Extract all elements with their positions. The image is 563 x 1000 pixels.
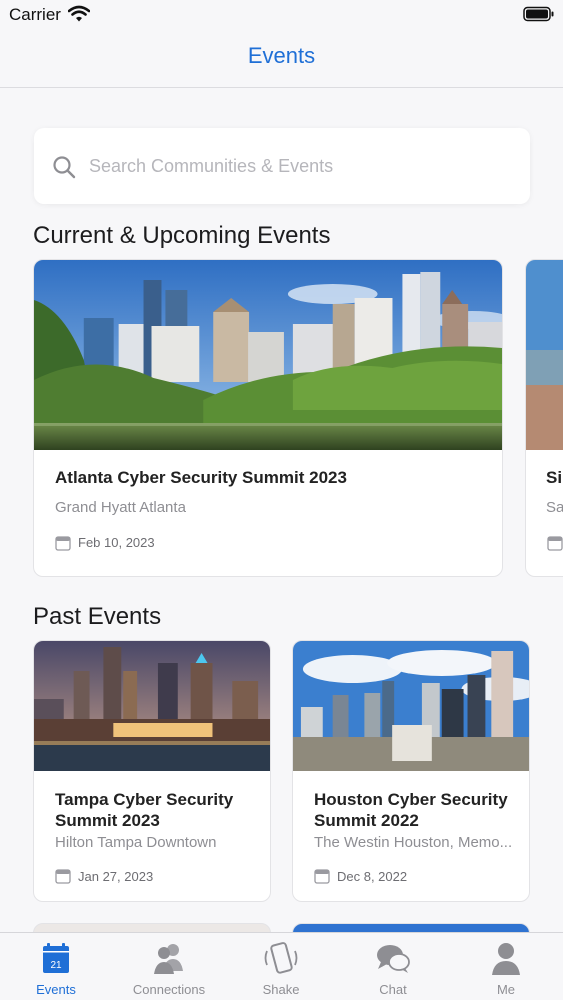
tab-chat[interactable]: Chat bbox=[337, 933, 449, 1000]
person-icon bbox=[492, 943, 520, 975]
calendar-icon bbox=[55, 869, 71, 884]
tab-bar: 21 Events Connections Shake Chat Me bbox=[0, 932, 563, 1000]
tampa-skyline-image bbox=[34, 641, 270, 771]
tab-label: Shake bbox=[262, 982, 300, 997]
people-icon bbox=[154, 944, 183, 974]
event-date: Jan 27, 2023 bbox=[78, 869, 154, 884]
event-title: Sil bbox=[546, 468, 563, 487]
carrier-label: Carrier bbox=[9, 5, 61, 24]
event-title: Tampa Cyber Security Summit 2023 bbox=[55, 790, 234, 830]
wifi-icon bbox=[68, 5, 90, 22]
atlanta-skyline-image bbox=[34, 260, 502, 450]
calendar-icon bbox=[547, 536, 563, 551]
event-title: Atlanta Cyber Security Summit 2023 bbox=[55, 468, 347, 487]
calendar-icon: 21 bbox=[43, 943, 69, 973]
event-card-partial[interactable]: Sil Sa bbox=[525, 259, 563, 577]
calendar-icon bbox=[314, 869, 330, 884]
tab-connections[interactable]: Connections bbox=[113, 933, 225, 1000]
tab-label: Me bbox=[496, 982, 516, 997]
city-image bbox=[526, 260, 563, 450]
tab-label: Connections bbox=[132, 982, 206, 997]
status-bar: Carrier bbox=[0, 0, 563, 30]
calendar-badge: 21 bbox=[50, 960, 62, 971]
navigation-bar: Events bbox=[0, 30, 563, 88]
tab-events[interactable]: 21 Events bbox=[0, 933, 112, 1000]
page-title: Events bbox=[247, 43, 316, 68]
past-section-title: Past Events bbox=[33, 603, 162, 630]
tab-me[interactable]: Me bbox=[450, 933, 562, 1000]
event-venue: Grand Hyatt Atlanta bbox=[55, 499, 186, 516]
event-date: Feb 10, 2023 bbox=[78, 535, 155, 550]
search-icon bbox=[53, 156, 76, 179]
tab-label: Events bbox=[36, 982, 76, 997]
houston-skyline-image bbox=[293, 641, 529, 771]
event-card-atlanta[interactable]: Atlanta Cyber Security Summit 2023 Grand… bbox=[33, 259, 503, 577]
upcoming-section-title: Current & Upcoming Events bbox=[33, 222, 331, 249]
tab-shake[interactable]: Shake bbox=[225, 933, 337, 1000]
events-screen: Carrier Events Current & Upcoming Events bbox=[0, 0, 563, 1000]
search-input[interactable] bbox=[89, 152, 509, 180]
event-card-houston[interactable]: Houston Cyber Security Summit 2022 The W… bbox=[292, 640, 530, 902]
phone-shake-icon bbox=[264, 942, 298, 974]
event-venue: Hilton Tampa Downtown bbox=[55, 834, 217, 851]
event-card-tampa[interactable]: Tampa Cyber Security Summit 2023 Hilton … bbox=[33, 640, 271, 902]
event-title: Houston Cyber Security Summit 2022 bbox=[314, 790, 508, 830]
chat-bubbles-icon bbox=[377, 945, 410, 973]
event-venue: The Westin Houston, Memo... bbox=[314, 834, 513, 851]
calendar-icon bbox=[55, 536, 71, 551]
tab-label: Chat bbox=[379, 982, 407, 997]
event-venue: Sa bbox=[546, 499, 563, 516]
battery-icon bbox=[523, 6, 554, 22]
event-date: Dec 8, 2022 bbox=[337, 869, 408, 884]
search-bar[interactable] bbox=[34, 128, 530, 204]
